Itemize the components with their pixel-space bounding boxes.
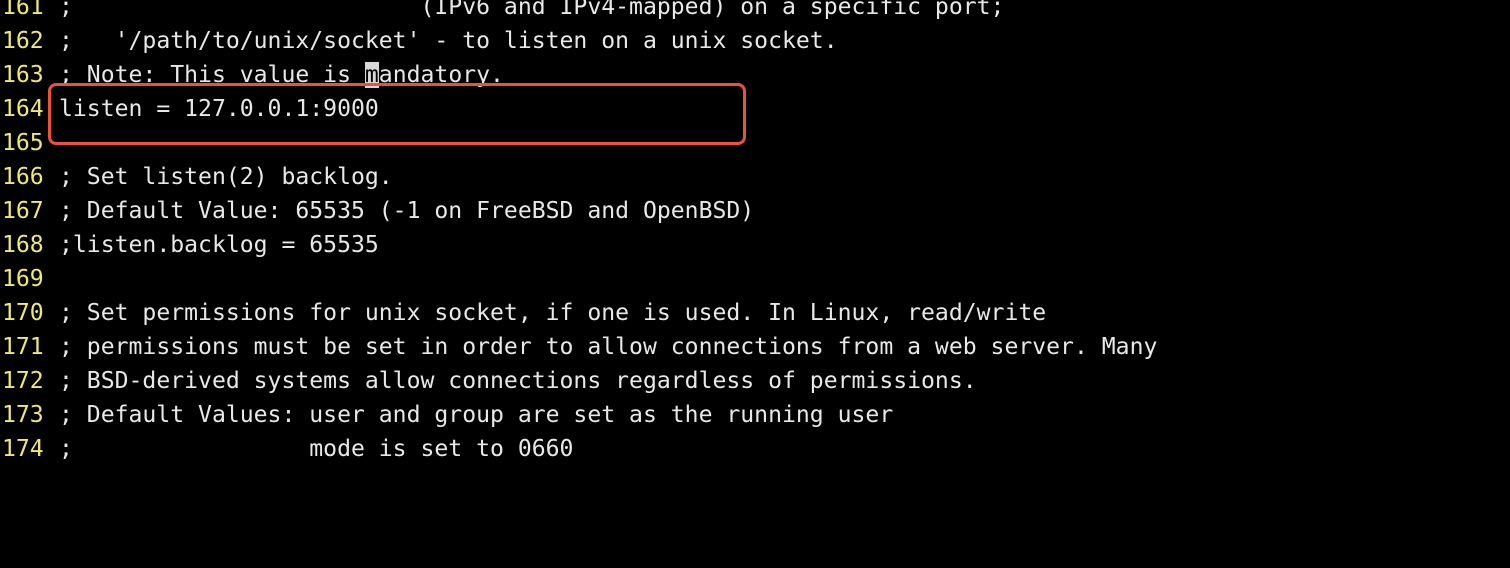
editor-line-171: 171 ; permissions must be set in order t… xyxy=(0,330,1510,364)
line-text: ;listen.backlog = 65535 xyxy=(59,232,379,258)
line-number: 164 xyxy=(2,96,44,122)
line-number: 170 xyxy=(2,300,44,326)
editor-line-168: 168 ;listen.backlog = 65535 xyxy=(0,228,1510,262)
line-text: ; Default Values: user and group are set… xyxy=(59,402,894,428)
editor-line-174: 174 ; mode is set to 0660 xyxy=(0,432,1510,466)
line-text: ; Default Value: 65535 (-1 on FreeBSD an… xyxy=(59,198,755,224)
line-number: 168 xyxy=(2,232,44,258)
line-text: ; Set listen(2) backlog. xyxy=(59,164,393,190)
line-number: 161 xyxy=(2,0,44,20)
line-number: 165 xyxy=(2,130,44,156)
line-number: 169 xyxy=(2,266,44,292)
line-text: ; Note: This value is mandatory. xyxy=(59,58,504,92)
editor-line-162: 162 ; '/path/to/unix/socket' - to listen… xyxy=(0,24,1510,58)
editor-line-167: 167 ; Default Value: 65535 (-1 on FreeBS… xyxy=(0,194,1510,228)
editor-line-173: 173 ; Default Values: user and group are… xyxy=(0,398,1510,432)
line-number: 173 xyxy=(2,402,44,428)
editor-line-170: 170 ; Set permissions for unix socket, i… xyxy=(0,296,1510,330)
line-text: ; BSD-derived systems allow connections … xyxy=(59,368,977,394)
line-text-before-cursor: ; Note: This value is xyxy=(59,62,365,88)
editor-line-172: 172 ; BSD-derived systems allow connecti… xyxy=(0,364,1510,398)
line-text: ; mode is set to 0660 xyxy=(59,436,574,462)
editor-line-166: 166 ; Set listen(2) backlog. xyxy=(0,160,1510,194)
vim-editor[interactable]: 161 ; (IPv6 and IPv4-mapped) on a specif… xyxy=(0,0,1510,466)
line-text: ; '/path/to/unix/socket' - to listen on … xyxy=(59,28,838,54)
line-number: 162 xyxy=(2,28,44,54)
text-cursor: m xyxy=(364,62,379,88)
editor-line-169: 169 xyxy=(0,262,1510,296)
line-text: ; (IPv6 and IPv4-mapped) on a specific p… xyxy=(59,0,1005,20)
line-number: 167 xyxy=(2,198,44,224)
line-number: 172 xyxy=(2,368,44,394)
line-number: 163 xyxy=(2,62,44,88)
editor-line-165: 165 xyxy=(0,126,1510,160)
editor-line-164: 164 listen = 127.0.0.1:9000 xyxy=(0,92,1510,126)
line-text: listen = 127.0.0.1:9000 xyxy=(59,96,379,122)
editor-line-161: 161 ; (IPv6 and IPv4-mapped) on a specif… xyxy=(0,0,1510,24)
editor-line-163: 163 ; Note: This value is mandatory. xyxy=(0,58,1510,92)
line-number: 171 xyxy=(2,334,44,360)
line-text-after-cursor: andatory. xyxy=(378,62,504,88)
line-text: ; Set permissions for unix socket, if on… xyxy=(59,300,1047,326)
line-text: ; permissions must be set in order to al… xyxy=(59,334,1158,360)
line-number: 174 xyxy=(2,436,44,462)
line-number: 166 xyxy=(2,164,44,190)
